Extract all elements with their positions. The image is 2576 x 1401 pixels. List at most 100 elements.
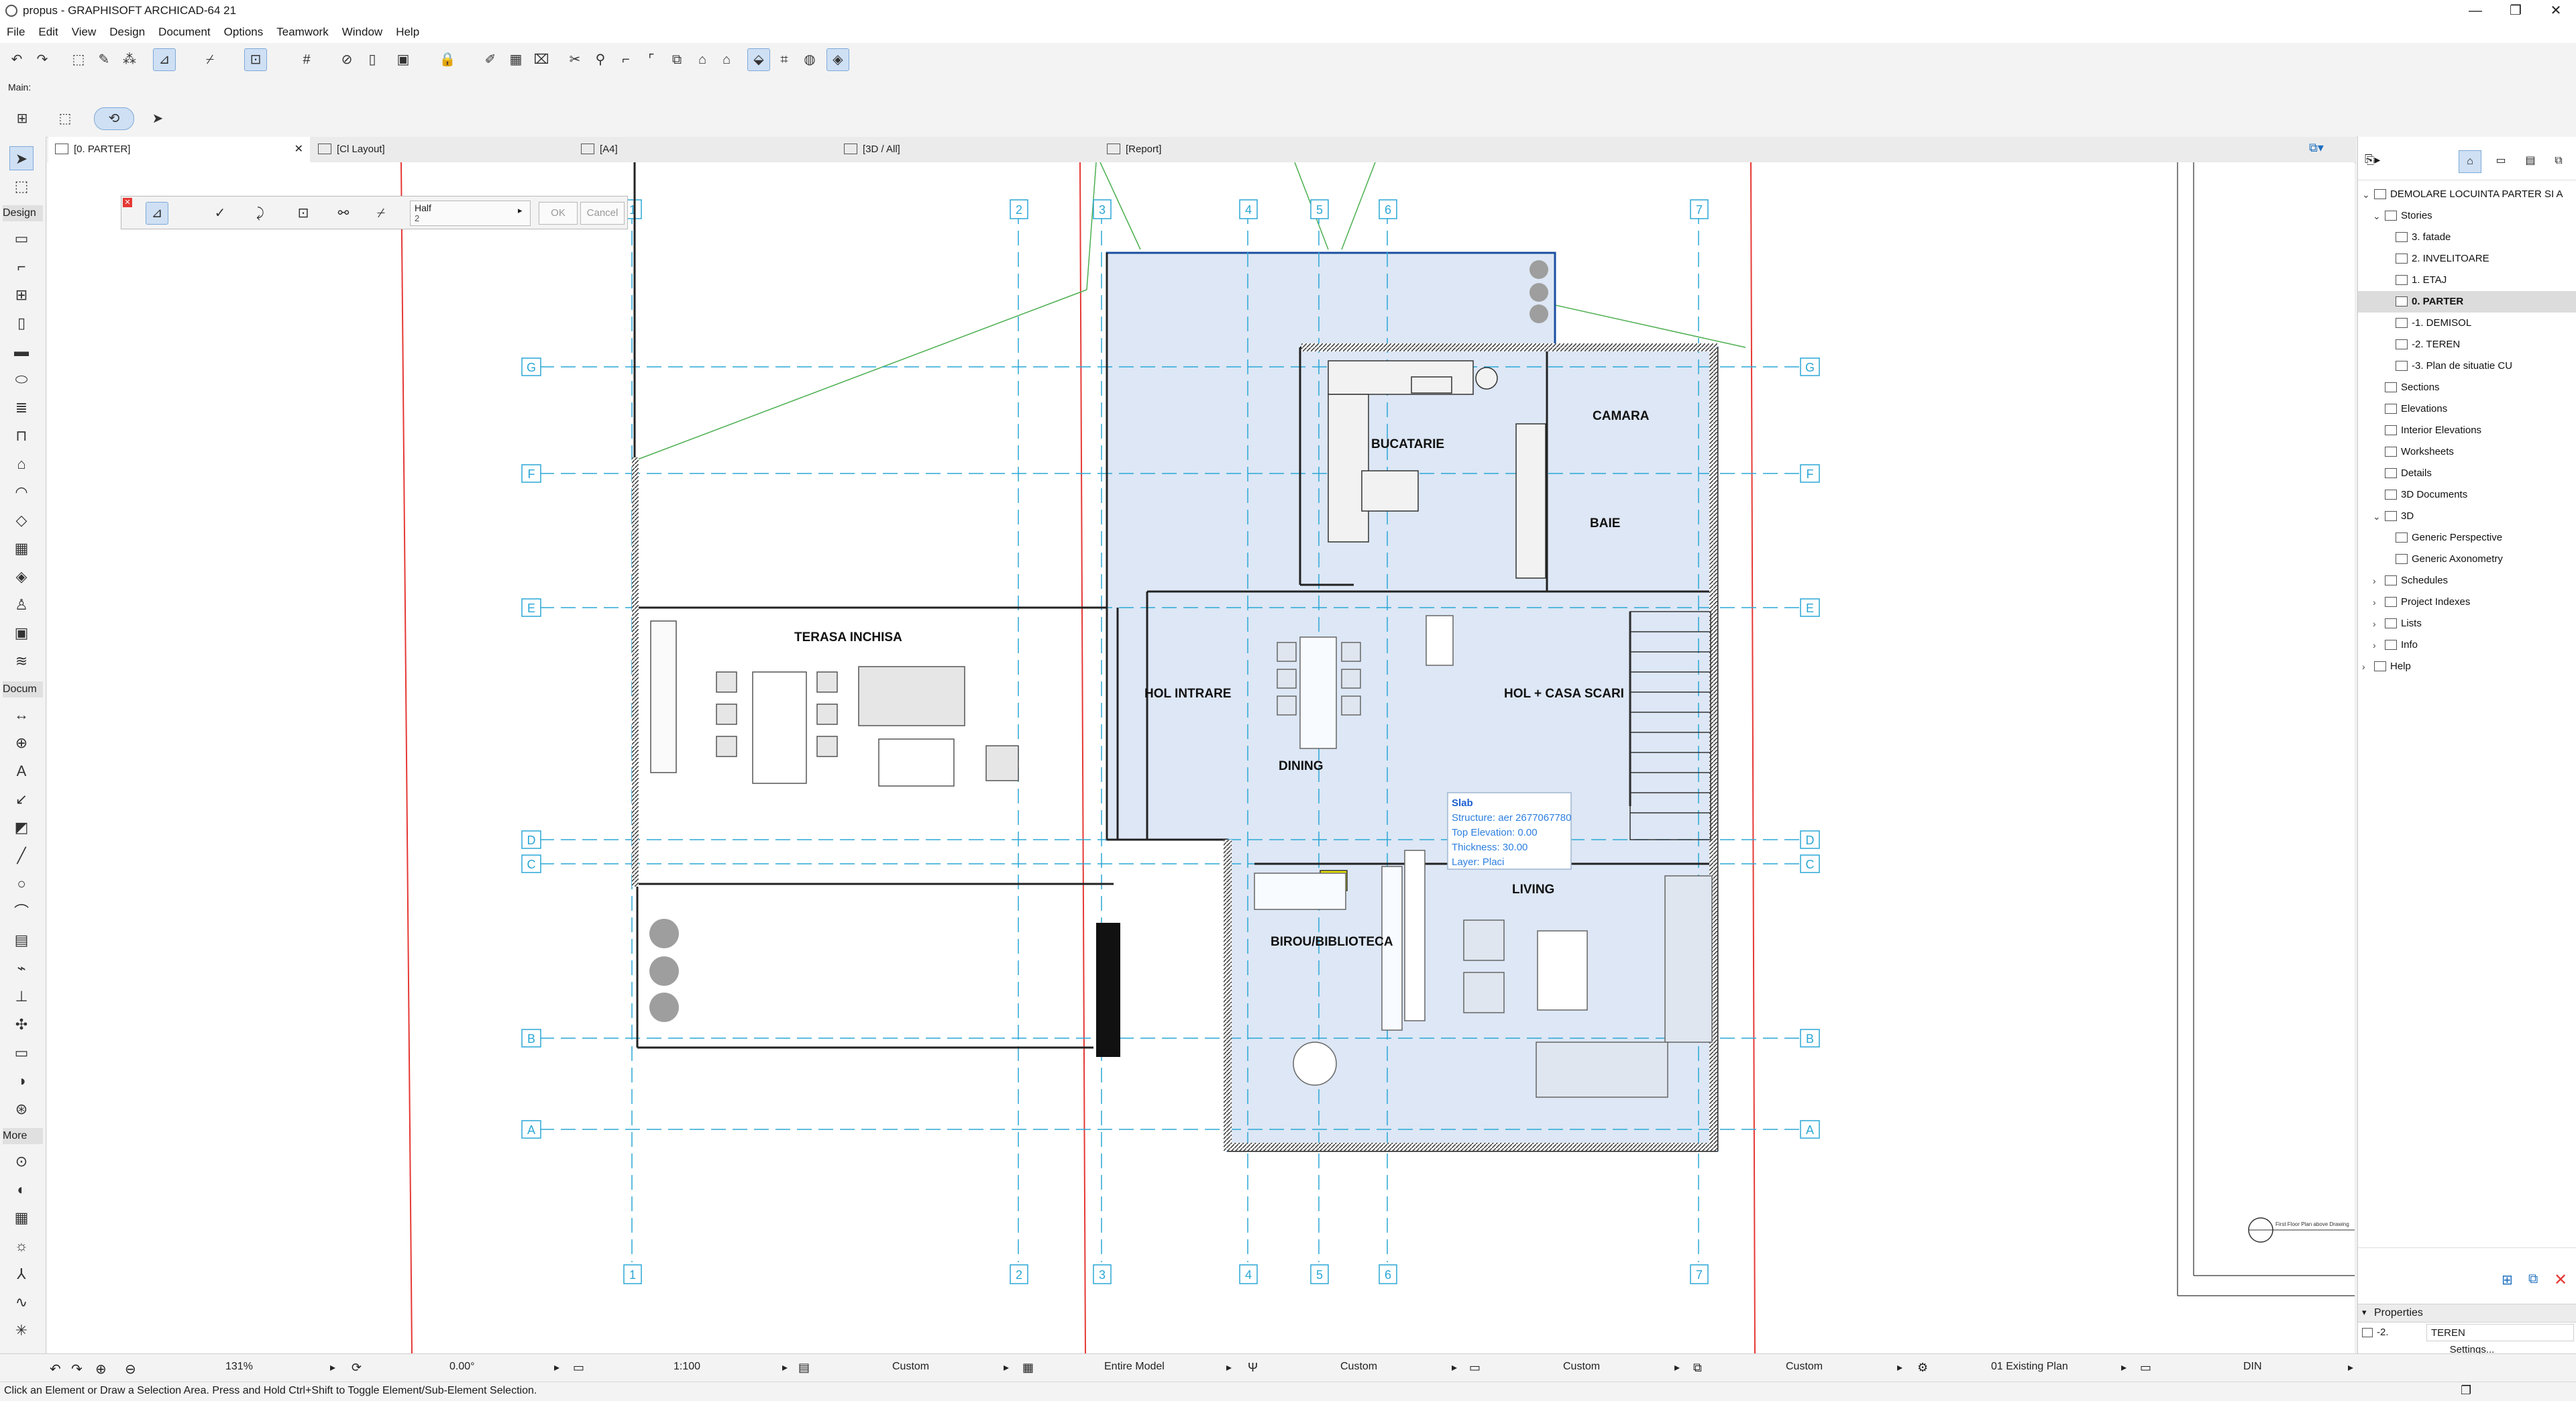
menu-file[interactable]: File	[0, 25, 32, 39]
tree-item-story-selected[interactable]: 0. PARTER	[2358, 291, 2576, 313]
project-map-icon[interactable]: ⌂	[2459, 150, 2481, 173]
minimize-icon[interactable]: —	[2455, 0, 2496, 21]
door-tool-icon[interactable]: ⌐	[9, 255, 34, 279]
delete-icon[interactable]: ✕	[2554, 1270, 2567, 1290]
dimension-tool-icon[interactable]: ↔	[9, 703, 34, 727]
scale-value[interactable]: 1:100	[674, 1361, 700, 1373]
menu-document[interactable]: Document	[152, 25, 217, 39]
check-icon[interactable]: ✓	[209, 202, 231, 225]
chevron-right-icon[interactable]: ▸	[1452, 1361, 1457, 1374]
fill-tool-icon[interactable]: ◩	[9, 816, 34, 840]
chevron-right-icon[interactable]: ▸	[2348, 1361, 2353, 1374]
skylight-tool-icon[interactable]: ◇	[9, 508, 34, 533]
chevron-right-icon[interactable]: ▸	[782, 1361, 788, 1374]
renovation-value[interactable]: Custom	[1786, 1361, 1823, 1373]
layers-icon[interactable]: ▣	[392, 48, 415, 71]
tab-close-icon[interactable]: ✕	[294, 137, 303, 162]
tab-floor-plan[interactable]: [0. PARTER] ✕	[48, 137, 310, 162]
chevron-right-icon[interactable]: ▸	[1674, 1361, 1680, 1374]
clone-folder-icon[interactable]: ⧉	[2528, 1272, 2538, 1287]
slab-tool-icon[interactable]: ⬭	[9, 368, 34, 392]
group-icon[interactable]: ▯	[361, 48, 384, 71]
redo-icon[interactable]: ↷	[31, 48, 54, 71]
marquee-icon[interactable]: ⬚	[54, 107, 76, 130]
worksheet-tool-icon[interactable]: ▭	[9, 1041, 34, 1065]
grid-tool-icon[interactable]: ⊙	[9, 1150, 34, 1174]
publisher-icon[interactable]: ⧉	[2547, 150, 2570, 173]
section-icon[interactable]: ◍	[798, 48, 821, 71]
object-tool-icon[interactable]: ♙	[9, 593, 34, 617]
menu-help[interactable]: Help	[389, 25, 426, 39]
section-tool-icon[interactable]: ⌁	[9, 956, 34, 980]
arrow-tool-icon[interactable]: ➤	[146, 107, 169, 130]
grid-snap-icon[interactable]: #	[295, 48, 318, 71]
tree-item-elevations[interactable]: Elevations	[2358, 398, 2576, 420]
tree-item-story[interactable]: -1. DEMISOL	[2358, 313, 2576, 334]
zone-tool-icon[interactable]: ▣	[9, 621, 34, 645]
elevation-tool-icon[interactable]: ⊥	[9, 985, 34, 1009]
roof-tool-icon[interactable]: ⌂	[9, 452, 34, 476]
floor-plan-canvas[interactable]: GG FF EE DD CC BB AA 11 22 33 44 55 66 7…	[47, 162, 2355, 1353]
tab-report[interactable]: [Report]	[1100, 137, 1362, 162]
toolbox-group-design[interactable]: Design	[3, 205, 43, 221]
magnet-icon[interactable]: ⚯	[332, 202, 355, 225]
fit-zoom-icon[interactable]: ⊖	[125, 1361, 136, 1378]
menu-design[interactable]: Design	[103, 25, 152, 39]
tree-item-3d-documents[interactable]: 3D Documents	[2358, 484, 2576, 506]
snap-mode-select[interactable]: Half 2 ▸	[410, 201, 531, 226]
fillet-icon[interactable]: ⌜	[640, 48, 663, 71]
chevron-right-icon[interactable]: ▸	[1226, 1361, 1232, 1374]
detail-tool-icon[interactable]: ◑	[9, 1069, 34, 1093]
line-tool-icon[interactable]: ╱	[9, 844, 34, 868]
renovation-filter-value[interactable]: 01 Existing Plan	[1991, 1361, 2068, 1373]
rotation-value[interactable]: 0.00°	[449, 1361, 475, 1373]
tab-3d[interactable]: [3D / All]	[837, 137, 1099, 162]
tree-item-project-indexes[interactable]: › Project Indexes	[2358, 592, 2576, 613]
wall-tool-icon[interactable]: ⊞	[11, 107, 34, 130]
tree-item-help[interactable]: › Help	[2358, 656, 2576, 677]
split-icon[interactable]: ✂	[564, 48, 586, 71]
curtain-wall-tool-icon[interactable]: ▦	[9, 537, 34, 561]
lock-icon[interactable]: 🔒	[436, 48, 459, 71]
text-tool-icon[interactable]: A	[9, 759, 34, 783]
intersect-icon[interactable]: ⌐	[614, 48, 637, 71]
zoom-value[interactable]: 131%	[225, 1361, 253, 1373]
model-view-value[interactable]: Entire Model	[1104, 1361, 1165, 1373]
tree-item-details[interactable]: Details	[2358, 463, 2576, 484]
lamp-tool-icon[interactable]: ☼	[9, 1234, 34, 1258]
wall-end-icon[interactable]: ▦	[9, 1206, 34, 1230]
tree-item-worksheets[interactable]: Worksheets	[2358, 441, 2576, 463]
beam-tool-icon[interactable]: ▬	[9, 339, 34, 363]
property-name-field[interactable]: TEREN	[2426, 1324, 2574, 1341]
layout-book-icon[interactable]: ▤	[2519, 150, 2542, 173]
label-tool-icon[interactable]: ↙	[9, 787, 34, 811]
morph-tool-icon[interactable]: ◈	[9, 565, 34, 589]
toolbox-group-document[interactable]: Docum	[3, 681, 43, 697]
undo-icon[interactable]: ↶	[5, 48, 28, 71]
drawing-tool-icon[interactable]: ▤	[9, 928, 34, 952]
chevron-right-icon[interactable]: ▸	[2121, 1361, 2127, 1374]
new-viewpoint-icon[interactable]: ⊞	[2502, 1272, 2513, 1288]
change-tool-icon[interactable]: ⊛	[9, 1097, 34, 1121]
chevron-right-icon[interactable]: ▸	[330, 1361, 335, 1374]
cancel-button[interactable]: Cancel	[580, 202, 625, 225]
pen-set-value[interactable]: Custom	[1340, 1361, 1377, 1373]
menu-window[interactable]: Window	[335, 25, 389, 39]
trim-icon[interactable]: ⌧	[530, 48, 553, 71]
view-map-icon[interactable]: ⧉▾	[2309, 141, 2343, 158]
hotspot-tool-icon[interactable]: ✳	[9, 1319, 34, 1343]
tree-item-story[interactable]: 3. fatade	[2358, 227, 2576, 248]
snap-guides-icon[interactable]: ⌿	[199, 48, 221, 71]
tree-item-info[interactable]: › Info	[2358, 634, 2576, 656]
arc-icon[interactable]: ⤸	[249, 202, 272, 225]
toolbox-group-more[interactable]: More	[3, 1128, 43, 1144]
view-map-icon[interactable]: ▭	[2489, 150, 2512, 173]
tree-item-story[interactable]: 2. INVELITOARE	[2358, 248, 2576, 270]
close-icon[interactable]: ✕	[2536, 0, 2576, 21]
menu-edit[interactable]: Edit	[32, 25, 64, 39]
corner-window-icon[interactable]: ⅄	[9, 1262, 34, 1286]
column-tool-icon[interactable]: ▯	[9, 311, 34, 335]
render-icon[interactable]: ◈	[826, 48, 849, 71]
adjust-icon[interactable]: ⚲	[589, 48, 612, 71]
guide-icon[interactable]: ⊿	[146, 202, 168, 225]
